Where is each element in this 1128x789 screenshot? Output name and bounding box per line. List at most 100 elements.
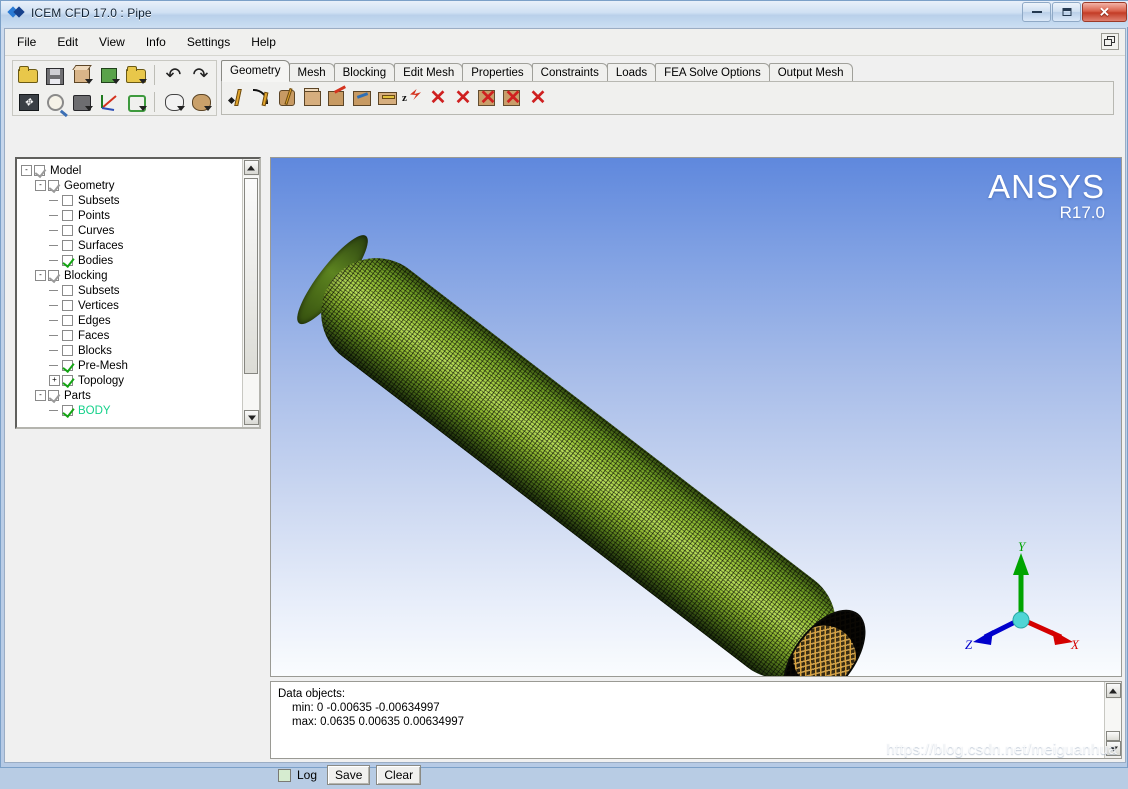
tree-checkbox[interactable] xyxy=(62,195,73,206)
tree-checkbox[interactable] xyxy=(62,315,73,326)
tree-item-edges[interactable]: Edges xyxy=(21,313,241,328)
tree-item-model[interactable]: - Model xyxy=(21,163,241,178)
tree-item-subsets[interactable]: Subsets xyxy=(21,283,241,298)
delete-curve-icon[interactable]: ✕ xyxy=(451,86,475,110)
tab-blocking[interactable]: Blocking xyxy=(333,63,396,82)
tree-item-pre-mesh[interactable]: Pre-Mesh xyxy=(21,358,241,373)
tab-output-mesh[interactable]: Output Mesh xyxy=(768,63,853,82)
tab-fea-solve-options[interactable]: FEA Solve Options xyxy=(655,63,770,82)
model-tree[interactable]: - Model - Geometry Subsets Points Curves Surfac… xyxy=(17,159,241,427)
collapse-toggle-icon[interactable]: - xyxy=(35,180,46,191)
tree-item-blocks[interactable]: Blocks xyxy=(21,343,241,358)
translate-z-icon[interactable] xyxy=(401,86,425,110)
log-scroll-down-button[interactable] xyxy=(1106,741,1121,756)
log-scroll-thumb[interactable] xyxy=(1106,731,1120,741)
delete-icon[interactable]: ✕ xyxy=(526,86,550,110)
log-scrollbar[interactable] xyxy=(1104,682,1121,758)
menu-info[interactable]: Info xyxy=(137,32,175,52)
create-curve-icon[interactable] xyxy=(251,86,275,110)
tab-properties[interactable]: Properties xyxy=(462,63,533,82)
tree-scroll-down-button[interactable] xyxy=(244,410,259,425)
tab-constraints[interactable]: Constraints xyxy=(531,63,608,82)
tree-item-parts[interactable]: - Parts xyxy=(21,388,241,403)
create-body-icon[interactable] xyxy=(301,86,325,110)
log-clear-button[interactable]: Clear xyxy=(376,765,422,785)
redo-button[interactable]: ↷ xyxy=(188,63,213,87)
tree-item-subsets[interactable]: Subsets xyxy=(21,193,241,208)
tree-checkbox[interactable] xyxy=(62,225,73,236)
tree-item-points[interactable]: Points xyxy=(21,208,241,223)
open-blocking-button[interactable] xyxy=(123,63,148,87)
tree-checkbox[interactable] xyxy=(62,375,73,386)
log-scroll-track[interactable] xyxy=(1105,699,1121,741)
create-point-icon[interactable] xyxy=(226,86,250,110)
view-mode-button[interactable] xyxy=(161,90,186,114)
tree-checkbox[interactable] xyxy=(62,345,73,356)
tree-item-bodies[interactable]: Bodies xyxy=(21,253,241,268)
collapse-toggle-icon[interactable]: - xyxy=(21,165,32,176)
tree-item-topology[interactable]: + Topology xyxy=(21,373,241,388)
tree-item-geometry[interactable]: - Geometry xyxy=(21,178,241,193)
tree-item-curves[interactable]: Curves xyxy=(21,223,241,238)
menu-file[interactable]: File xyxy=(8,32,45,52)
tab-loads[interactable]: Loads xyxy=(606,63,657,82)
menu-help[interactable]: Help xyxy=(242,32,285,52)
fit-window-button[interactable]: ✥ xyxy=(15,90,40,114)
local-coordinate-button[interactable] xyxy=(96,90,121,114)
tree-checkbox[interactable] xyxy=(62,405,73,416)
tree-scroll-thumb[interactable] xyxy=(244,178,258,374)
solid-view-button[interactable] xyxy=(188,90,213,114)
collapse-toggle-icon[interactable]: - xyxy=(35,270,46,281)
tree-checkbox[interactable] xyxy=(62,330,73,341)
menu-edit[interactable]: Edit xyxy=(48,32,87,52)
tree-item-body[interactable]: BODY xyxy=(21,403,241,418)
tab-edit-mesh[interactable]: Edit Mesh xyxy=(394,63,464,82)
undo-button[interactable]: ↶ xyxy=(161,63,186,87)
minimize-button[interactable] xyxy=(1022,2,1051,22)
measure-button[interactable] xyxy=(69,90,94,114)
close-button[interactable]: ✕ xyxy=(1082,2,1127,22)
open-mesh-button[interactable] xyxy=(96,63,121,87)
tree-checkbox[interactable] xyxy=(48,180,59,191)
tab-mesh[interactable]: Mesh xyxy=(288,63,335,82)
tree-checkbox[interactable] xyxy=(62,300,73,311)
collapse-toggle-icon[interactable]: - xyxy=(35,390,46,401)
menu-view[interactable]: View xyxy=(90,32,134,52)
replay-button[interactable] xyxy=(123,90,148,114)
tree-item-surfaces[interactable]: Surfaces xyxy=(21,238,241,253)
create-surface-icon[interactable] xyxy=(276,86,300,110)
open-geometry-button[interactable] xyxy=(69,63,94,87)
log-save-button[interactable]: Save xyxy=(327,765,371,785)
delete-surface-icon[interactable]: ✕ xyxy=(476,86,500,110)
tree-checkbox[interactable] xyxy=(62,255,73,266)
tree-item-vertices[interactable]: Vertices xyxy=(21,298,241,313)
tree-scrollbar[interactable] xyxy=(242,159,259,427)
log-checkbox[interactable] xyxy=(278,768,291,782)
tree-item-faces[interactable]: Faces xyxy=(21,328,241,343)
maximize-button[interactable] xyxy=(1052,2,1081,22)
open-project-button[interactable] xyxy=(15,63,40,87)
tree-checkbox[interactable] xyxy=(48,270,59,281)
repair-geometry-icon[interactable] xyxy=(351,86,375,110)
zoom-box-button[interactable] xyxy=(42,90,67,114)
tab-geometry[interactable]: Geometry xyxy=(221,60,290,82)
transform-geometry-icon[interactable] xyxy=(326,86,350,110)
log-scroll-up-button[interactable] xyxy=(1105,683,1121,698)
menu-settings[interactable]: Settings xyxy=(178,32,239,52)
save-project-button[interactable] xyxy=(42,63,67,87)
tree-checkbox[interactable] xyxy=(62,210,73,221)
tree-checkbox[interactable] xyxy=(48,390,59,401)
tree-scroll-track[interactable] xyxy=(243,176,259,410)
delete-point-icon[interactable]: ✕ xyxy=(426,86,450,110)
expand-toggle-icon[interactable]: + xyxy=(49,375,60,386)
tree-item-blocking[interactable]: - Blocking xyxy=(21,268,241,283)
tree-checkbox[interactable] xyxy=(62,360,73,371)
tree-scroll-up-button[interactable] xyxy=(243,160,259,175)
graphics-viewport[interactable]: ANSYS R17.0 Y X Z xyxy=(270,157,1122,677)
tree-checkbox[interactable] xyxy=(62,285,73,296)
tree-checkbox[interactable] xyxy=(62,240,73,251)
cascade-windows-icon[interactable] xyxy=(1101,33,1119,50)
tree-checkbox[interactable] xyxy=(34,165,45,176)
midsurface-icon[interactable] xyxy=(376,86,400,110)
delete-body-icon[interactable]: ✕ xyxy=(501,86,525,110)
